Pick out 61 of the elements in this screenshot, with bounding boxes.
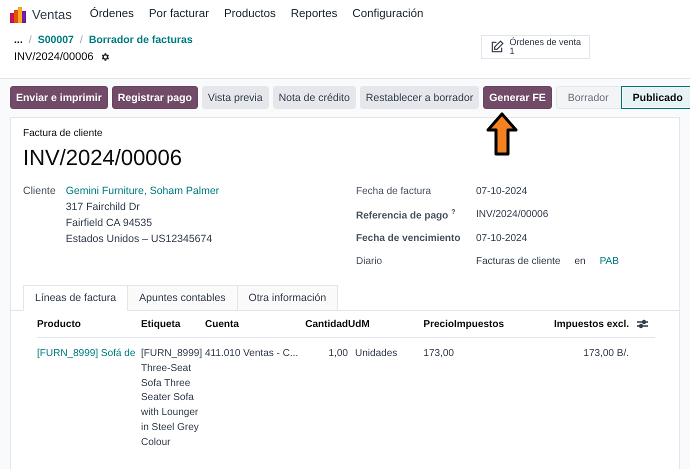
status-step[interactable]: Borrador — [556, 86, 621, 109]
column-header[interactable]: Etiqueta — [141, 311, 205, 338]
column-header[interactable]: Cantidad — [305, 311, 348, 338]
menu-item[interactable]: Por facturar — [148, 8, 209, 20]
field-label: Diario — [356, 256, 384, 268]
field-label: Referencia de pago $^{?}$ — [356, 209, 457, 222]
action-button[interactable]: Enviar e imprimir — [10, 86, 108, 109]
column-settings-icon[interactable] — [636, 319, 648, 330]
action-button[interactable]: Nota de crédito — [272, 86, 356, 109]
column-header[interactable]: Precio — [414, 311, 454, 338]
column-header[interactable]: Impuestos excl. — [536, 311, 629, 338]
app-logo-icon — [10, 6, 26, 22]
breadcrumb-separator: / — [80, 34, 83, 46]
action-button[interactable]: Generar FE — [483, 86, 552, 109]
tab[interactable]: Líneas de factura — [23, 285, 128, 312]
field-label: Fecha de factura — [356, 186, 432, 197]
field-label: Cliente — [23, 185, 56, 199]
column-header[interactable]: Impuestos — [454, 311, 536, 338]
currency-link[interactable]: PAB — [600, 256, 619, 268]
app-name[interactable]: Ventas — [32, 6, 72, 22]
breadcrumb-link[interactable]: S00007 — [38, 34, 74, 46]
menu-item[interactable]: Configuración — [352, 8, 424, 20]
tab[interactable]: Otra información — [236, 285, 338, 312]
address-line: 317 Fairchild Dr — [66, 201, 141, 213]
up-arrow-icon — [486, 112, 518, 156]
breadcrumb-more[interactable]: ... — [14, 34, 23, 46]
address-line: Fairfield CA 94535 — [66, 217, 154, 229]
tab[interactable]: Apuntes contables — [127, 285, 238, 312]
customer-link[interactable]: Gemini Furniture, Soham Palmer — [66, 185, 220, 197]
document-type: Factura de cliente — [22, 128, 104, 139]
breadcrumb-separator: / — [28, 34, 32, 46]
sales-orders-button[interactable]: Órdenes de venta 1 — [481, 35, 590, 59]
breadcrumb-link[interactable]: Borrador de facturas — [88, 34, 193, 46]
menu-item[interactable]: Productos — [224, 8, 276, 20]
column-header[interactable]: Cuenta — [205, 311, 305, 338]
field-connector: en — [574, 256, 586, 268]
table-cell-text: 1,00 — [328, 347, 348, 362]
action-button[interactable]: Restablecer a borrador — [360, 86, 480, 109]
table-cell-text: 173,00 B/. — [582, 347, 629, 362]
table-cell-text: [FURN_8999] Three-Seat Sofa Three Seater Sofa with Lounger in Steel Grey Colour — [141, 347, 204, 450]
settings-icon[interactable] — [100, 52, 110, 62]
column-header[interactable]: Producto — [37, 311, 141, 338]
edit-icon — [490, 40, 504, 54]
field-value: 07-10-2024 — [476, 233, 528, 244]
status-step[interactable]: Publicado — [620, 86, 690, 109]
field-value: 07-10-2024 — [476, 186, 528, 197]
action-button[interactable]: Vista previa — [202, 86, 269, 109]
invoice-number: INV/2024/00006 — [22, 144, 184, 171]
menu-item[interactable]: Órdenes — [90, 8, 134, 20]
field-value: Facturas de cliente — [476, 256, 560, 268]
menu-item[interactable]: Reportes — [290, 8, 338, 20]
table-cell-text: Unidades — [354, 347, 398, 362]
action-button[interactable]: Registrar pago — [112, 86, 198, 109]
product-link[interactable]: [FURN_8999] Sofá de — [37, 338, 141, 450]
address-line: Estados Unidos – US12345674 — [66, 233, 214, 245]
record-name: INV/2024/00006 — [14, 51, 94, 63]
field-value: INV/2024/00006 — [476, 209, 550, 222]
column-header[interactable]: UdM — [348, 311, 414, 338]
table-cell-text: 173,00 — [422, 347, 454, 362]
field-label: Fecha de vencimiento — [356, 233, 462, 244]
table-cell-text: 411.010 Ventas - C... — [205, 347, 300, 362]
